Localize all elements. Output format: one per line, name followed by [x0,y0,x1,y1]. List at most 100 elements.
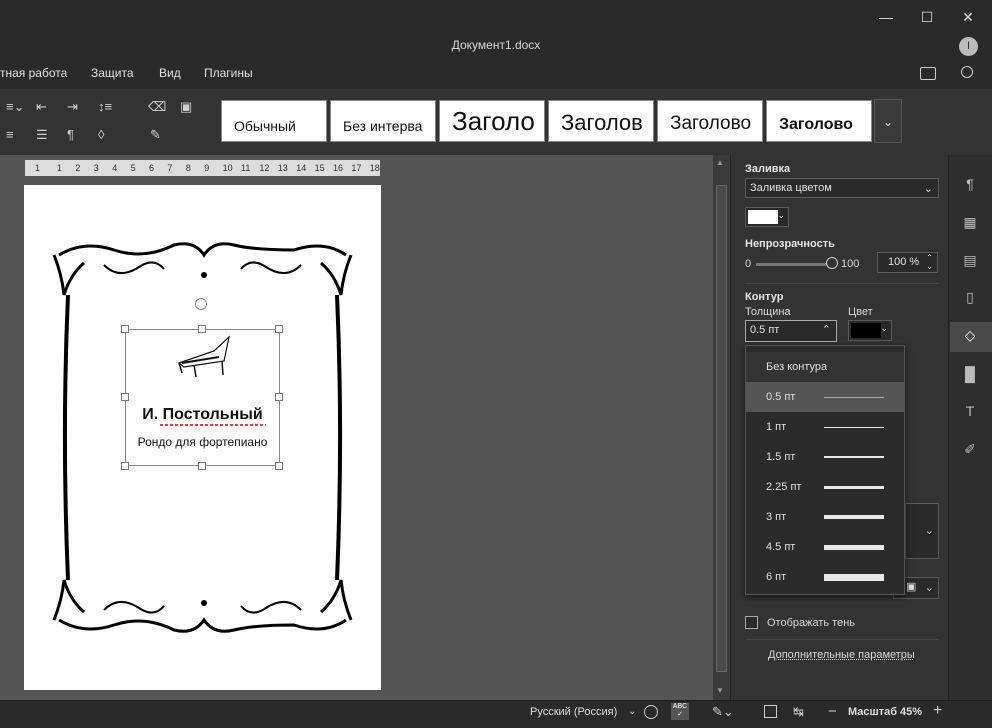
eraser-icon[interactable]: ⌫ [148,99,166,115]
menu-protection[interactable]: Защита [91,66,134,80]
ruler-label: 5 [130,163,136,173]
style-no-spacing[interactable]: Без интерва [330,100,436,142]
scroll-up-icon[interactable]: ▲ [716,158,724,167]
opacity-title: Непрозрачность [745,238,835,250]
resize-handle[interactable] [121,325,129,333]
text-art-icon[interactable]: T [960,403,980,423]
thickness-option[interactable]: Без контура [746,352,904,382]
resize-handle[interactable] [121,462,129,470]
style-heading-1[interactable]: Заголо [439,100,545,142]
style-heading-3[interactable]: Заголово [657,100,763,142]
signature-icon[interactable]: ✐ [960,441,980,461]
copy-style-icon[interactable]: ✎ [150,127,161,143]
shading-icon[interactable]: ▣ [180,99,192,115]
resize-handle[interactable] [198,325,206,333]
styles-expand-icon[interactable]: ⌄ [874,99,902,143]
shadow-style-select[interactable]: ⌄ [905,503,939,559]
separator [745,283,939,284]
author-name[interactable]: И. Постольный [125,406,280,424]
highlight-color-icon[interactable]: ◊ [98,127,104,142]
ruler-label: 12 [259,163,270,173]
resize-handle[interactable] [121,393,129,401]
opacity-slider-thumb[interactable] [826,257,838,269]
style-heading-4[interactable]: Заголово [766,100,872,142]
opacity-min-label: 0 [745,258,752,270]
decrease-indent-icon[interactable]: ⇤ [36,99,47,115]
thickness-dropdown[interactable]: Без контура 0.5 пт 1 пт 1.5 пт 2.25 пт 3 пт 4.… [745,345,905,595]
open-file-location-icon[interactable] [920,67,936,80]
menu-collaboration[interactable]: тная работа [0,66,67,80]
chart-settings-icon[interactable]: █ [960,366,980,386]
thickness-option[interactable]: 1 пт [746,412,904,442]
stroke-title: Контур [745,291,784,303]
thickness-option[interactable]: 6 пт [746,562,904,592]
spellcheck-underline [160,424,266,426]
thickness-sample-line [824,397,884,398]
ruler-label: 17 [351,163,362,173]
thickness-option[interactable]: 2.25 пт [746,472,904,502]
menu-view[interactable]: Вид [159,66,181,80]
ruler-label: 18 [369,163,380,173]
increase-indent-icon[interactable]: ⇥ [67,99,78,115]
maximize-icon[interactable]: ☐ [917,8,937,26]
zoom-level: Масштаб 45% [848,706,923,718]
language-dropdown-icon[interactable]: ⌄ [628,706,636,717]
bullet-list-icon[interactable]: ≡⌄ [6,99,24,115]
ruler-label: 6 [149,163,155,173]
ruler-label: 15 [314,163,325,173]
shape-settings-icon[interactable]: ◇ [960,327,980,347]
opacity-input[interactable]: 100 % ⌃ ⌄ [877,252,938,273]
resize-handle[interactable] [275,325,283,333]
thickness-sample-line [824,486,884,489]
thickness-option[interactable]: 0.5 пт [746,382,904,412]
search-icon[interactable] [961,66,973,78]
thickness-select[interactable]: 0.5 пт ⌃ [745,320,837,342]
ruler-label: 13 [277,163,288,173]
fit-width-icon[interactable]: ↹ [793,704,804,720]
shadow-checkbox[interactable] [745,616,758,629]
track-changes-icon[interactable]: ✎⌄ [712,704,734,720]
horizontal-ruler[interactable]: 1 1 2 3 4 5 6 7 8 9 10 11 12 13 14 15 16 17 18 [25,160,380,176]
table-settings-icon[interactable]: ▦ [960,214,980,234]
menu-plugins[interactable]: Плагины [204,66,253,80]
paragraph-settings-icon[interactable]: ¶ [960,176,980,196]
ruler-label: 7 [167,163,173,173]
fill-type-select[interactable]: Заливка цветом ⌄ [745,178,939,198]
thickness-option[interactable]: 4.5 пт [746,532,904,562]
scrollbar-thumb[interactable] [716,185,727,672]
thickness-sample-line [824,456,884,458]
user-avatar[interactable]: I [959,37,978,56]
minimize-icon[interactable]: — [876,8,896,26]
line-spacing-icon[interactable]: ↕≡ [98,99,112,114]
align-right-icon[interactable]: ≡ [6,127,14,142]
thickness-sample-line [824,515,884,519]
resize-handle[interactable] [198,462,206,470]
image-settings-icon[interactable]: ▤ [960,252,980,272]
piece-title[interactable]: Рондо для фортепиано [125,435,280,449]
paragraph-marks-icon[interactable]: ¶ [67,127,74,142]
scroll-down-icon[interactable]: ▼ [716,686,724,695]
style-normal[interactable]: Обычный [221,100,327,142]
opacity-slider-track[interactable] [756,263,832,266]
close-icon[interactable]: ✕ [958,8,978,26]
globe-icon[interactable] [644,705,658,719]
thickness-option[interactable]: 3 пт [746,502,904,532]
justify-icon[interactable]: ☰ [36,127,48,143]
thickness-option[interactable]: 1.5 пт [746,442,904,472]
document-page[interactable]: И. Постольный Рондо для фортепиано [24,185,381,690]
language-selector[interactable]: Русский (Россия) [530,706,617,718]
stroke-color-picker[interactable]: ⌄ [848,320,892,341]
resize-handle[interactable] [275,393,283,401]
fit-page-icon[interactable] [764,705,777,718]
advanced-settings-link[interactable]: Дополнительные параметры [768,649,915,661]
spellcheck-icon[interactable]: ABC ✓ [671,703,689,720]
header-footer-icon[interactable]: ▯ [960,289,980,309]
resize-handle[interactable] [275,462,283,470]
zoom-out-icon[interactable]: − [828,703,837,720]
rotate-handle-icon[interactable] [195,298,207,310]
shadow-label[interactable]: Отображать тень [767,617,855,629]
zoom-in-icon[interactable]: + [933,702,942,720]
fill-color-picker[interactable]: ⌄ [745,207,789,227]
ruler-label: 8 [185,163,191,173]
style-heading-2[interactable]: Заголов [548,100,654,142]
